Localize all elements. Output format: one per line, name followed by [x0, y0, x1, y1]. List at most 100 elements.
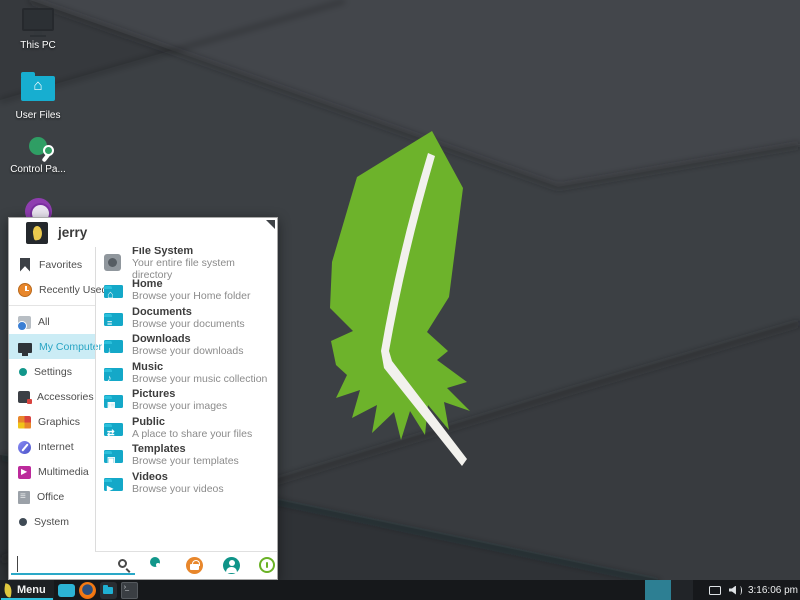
public-folder-icon	[104, 423, 123, 436]
sidebar-item-office[interactable]: Office	[9, 484, 95, 509]
multimedia-play-icon	[18, 466, 31, 479]
menu-item-templates[interactable]: Templates Browse your templates	[96, 442, 277, 470]
menu-footer	[9, 552, 277, 579]
sidebar-item-multimedia[interactable]: Multimedia	[9, 459, 95, 484]
category-label: Internet	[38, 441, 74, 453]
place-description: Browse your documents	[132, 318, 245, 330]
sidebar-item-system[interactable]: System	[9, 509, 95, 534]
place-name: File System	[132, 247, 277, 257]
place-description: Browse your downloads	[132, 345, 243, 357]
logout-power-icon[interactable]	[259, 557, 275, 573]
menu-item-public[interactable]: Public A place to share your files	[96, 414, 277, 442]
settings-manager-icon[interactable]	[150, 557, 160, 567]
text-caret	[17, 556, 18, 572]
desktop-icon-control-panel[interactable]: Control Pa...	[0, 133, 76, 175]
desktop-icon-label: User Files	[0, 110, 76, 121]
recently-used-clock-icon	[18, 283, 32, 297]
menu-item-music[interactable]: Music Browse your music collection	[96, 359, 277, 387]
menu-item-home[interactable]: Home Browse your Home folder	[96, 277, 277, 305]
switch-user-icon[interactable]	[223, 557, 240, 574]
terminal-icon[interactable]	[121, 582, 138, 599]
display-icon[interactable]	[709, 586, 721, 595]
file-system-drive-icon	[104, 254, 121, 271]
sidebar-item-settings[interactable]: Settings	[9, 359, 95, 384]
clock[interactable]: 3:16:06 pm	[748, 585, 798, 596]
sidebar-item-internet[interactable]: Internet	[9, 434, 95, 459]
settings-gear-icon	[19, 368, 27, 376]
desktop-icon-user-files[interactable]: User Files	[0, 70, 76, 121]
sidebar-item-my-computer[interactable]: My Computer	[9, 334, 95, 359]
menu-category-sidebar: Favorites Recently Used All My Computer …	[9, 247, 95, 552]
menu-feather-icon	[3, 583, 14, 597]
menu-item-pictures[interactable]: Pictures Browse your images	[96, 387, 277, 415]
place-name: Pictures	[132, 388, 227, 400]
music-folder-icon	[104, 368, 123, 381]
sidebar-item-favorites[interactable]: Favorites	[9, 252, 95, 277]
downloads-folder-icon	[104, 340, 123, 353]
lock-screen-icon[interactable]	[186, 557, 203, 574]
menu-resize-grip[interactable]	[266, 220, 275, 229]
place-description: Browse your templates	[132, 455, 239, 467]
menu-item-downloads[interactable]: Downloads Browse your downloads	[96, 332, 277, 360]
category-label: Multimedia	[38, 466, 89, 478]
graphics-icon	[18, 416, 31, 429]
templates-folder-icon	[104, 450, 123, 463]
category-label: System	[34, 516, 69, 528]
menu-item-videos[interactable]: Videos Browse your videos	[96, 469, 277, 497]
system-tray: 3:16:06 pm	[645, 580, 800, 600]
system-gear-icon	[19, 518, 27, 526]
all-apps-icon	[18, 316, 31, 329]
user-files-folder-icon	[21, 76, 55, 101]
home-folder-icon	[104, 285, 123, 298]
place-description: Your entire file system directory	[132, 257, 277, 281]
volume-icon[interactable]	[729, 586, 738, 595]
chat-icon[interactable]	[58, 584, 75, 597]
pictures-folder-icon	[104, 395, 123, 408]
firefox-icon[interactable]	[79, 582, 96, 599]
desktop-icon-this-pc[interactable]: This PC	[0, 8, 76, 51]
category-label: Office	[37, 491, 64, 503]
sidebar-item-all[interactable]: All	[9, 309, 95, 334]
taskbar: Menu 3:16:06 pm	[0, 580, 800, 600]
category-label: Favorites	[39, 259, 82, 271]
whisker-menu: jerry Favorites Recently Used All My Com…	[8, 217, 278, 580]
user-avatar[interactable]	[26, 222, 48, 244]
place-name: Videos	[132, 471, 224, 483]
username: jerry	[58, 225, 87, 240]
search-icon[interactable]	[118, 559, 127, 568]
menu-places-panel: File System Your entire file system dire…	[95, 247, 277, 552]
documents-folder-icon	[104, 313, 123, 326]
workspace-pager-active[interactable]	[645, 580, 671, 600]
place-name: Templates	[132, 443, 239, 455]
category-label: My Computer	[39, 341, 102, 353]
menu-header: jerry	[9, 218, 277, 247]
videos-folder-icon	[104, 478, 123, 491]
workspace-pager-inactive[interactable]	[671, 580, 693, 600]
category-label: Graphics	[38, 416, 80, 428]
place-name: Home	[132, 278, 250, 290]
internet-globe-icon	[18, 441, 31, 454]
desktop-icon-label: This PC	[0, 40, 76, 51]
sidebar-item-graphics[interactable]: Graphics	[9, 409, 95, 434]
place-description: Browse your videos	[132, 483, 224, 495]
volume-wave-icon[interactable]	[738, 586, 742, 595]
sidebar-separator	[9, 305, 95, 306]
menu-item-file-system[interactable]: File System Your entire file system dire…	[96, 249, 277, 277]
place-name: Music	[132, 361, 267, 373]
search-input[interactable]	[11, 554, 135, 575]
menu-button-label: Menu	[17, 584, 46, 596]
category-label: All	[38, 316, 50, 328]
office-icon	[18, 491, 30, 504]
control-panel-icon	[29, 137, 47, 155]
category-label: Accessories	[37, 391, 94, 403]
place-name: Downloads	[132, 333, 243, 345]
menu-item-documents[interactable]: Documents Browse your documents	[96, 304, 277, 332]
place-description: Browse your Home folder	[132, 290, 250, 302]
file-manager-icon[interactable]	[100, 582, 117, 599]
sidebar-item-accessories[interactable]: Accessories	[9, 384, 95, 409]
computer-icon	[22, 8, 54, 31]
accessories-icon	[18, 391, 30, 403]
sidebar-item-recently-used[interactable]: Recently Used	[9, 277, 95, 302]
menu-button[interactable]: Menu	[0, 580, 54, 600]
favorites-bookmark-icon	[20, 258, 30, 272]
